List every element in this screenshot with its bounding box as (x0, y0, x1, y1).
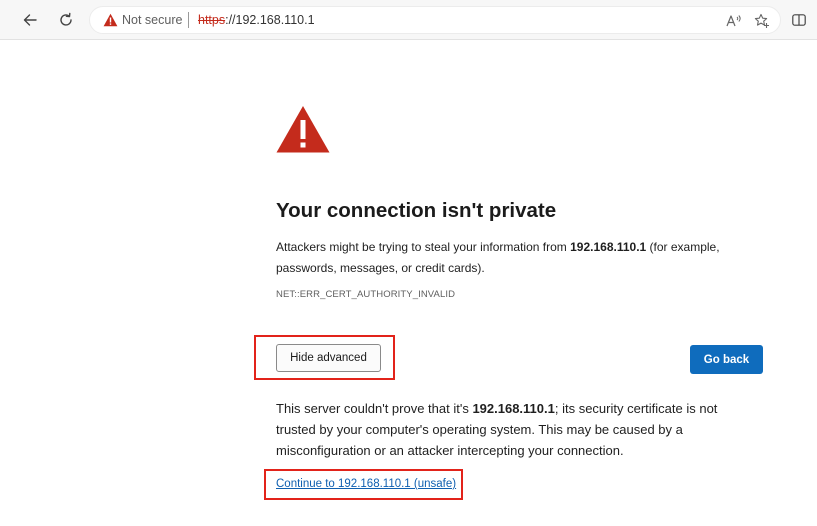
security-indicator[interactable]: Not secure (122, 13, 182, 27)
refresh-icon (60, 12, 72, 26)
advanced-text-start: This server couldn't prove that it's (276, 401, 473, 416)
url-host: ://192.168.110.1 (225, 13, 315, 27)
url-text[interactable]: https://192.168.110.1 (198, 13, 315, 27)
add-favorite-icon (754, 13, 769, 28)
host-name-bold: 192.168.110.1 (472, 401, 555, 416)
back-arrow-icon (23, 14, 37, 26)
intro-text-start: Attackers might be trying to steal your … (276, 240, 571, 254)
continue-unsafe-link[interactable]: Continue to 192.168.110.1 (unsafe) (276, 478, 456, 490)
error-page: Your connection isn't private Attackers … (0, 41, 817, 526)
error-code: NET::ERR_CERT_AUTHORITY_INVALID (276, 289, 456, 300)
back-button[interactable] (18, 8, 42, 32)
page-title: Your connection isn't private (276, 199, 557, 222)
warning-triangle-icon (103, 13, 118, 27)
split-screen-button[interactable] (789, 10, 809, 30)
hide-advanced-button[interactable]: Hide advanced (276, 344, 381, 372)
advanced-details-text: This server couldn't prove that it's 192… (276, 398, 756, 461)
go-back-button[interactable]: Go back (690, 345, 763, 374)
warning-icon (276, 106, 330, 153)
address-divider (188, 12, 189, 28)
address-bar[interactable]: Not secure https://192.168.110.1 (89, 6, 781, 34)
read-aloud-button[interactable] (725, 12, 743, 30)
split-screen-icon (792, 14, 806, 26)
refresh-button[interactable] (54, 8, 78, 32)
read-aloud-icon (726, 15, 741, 27)
host-name: 192.168.110.1 (570, 240, 647, 254)
browser-toolbar: Not secure https://192.168.110.1 (0, 0, 817, 40)
add-favorite-button[interactable] (753, 12, 771, 30)
url-scheme: https (198, 13, 226, 27)
intro-text: Attackers might be trying to steal your … (276, 237, 776, 279)
